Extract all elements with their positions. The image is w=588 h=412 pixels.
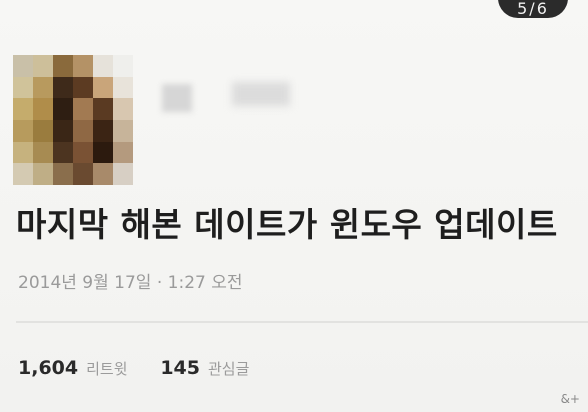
favorite-count: 145	[160, 357, 200, 379]
favorite-stat[interactable]: 145 관심글	[160, 357, 250, 379]
display-name-redacted[interactable]	[162, 84, 192, 112]
handle-redacted[interactable]	[232, 82, 290, 106]
page-indicator: 5/6	[498, 0, 568, 18]
retweet-label: 리트윗	[86, 360, 128, 378]
retweet-stat[interactable]: 1,604 리트윗	[18, 357, 133, 379]
retweet-count: 1,604	[18, 357, 79, 379]
tweet-text: 마지막 해본 데이트가 윈도우 업데이트	[16, 205, 558, 244]
tweet-card: 5/6 마지막 해본 데이트가 윈도우 업데이트 2014년 9월 17일 · …	[0, 0, 588, 412]
avatar[interactable]	[13, 55, 133, 185]
divider	[16, 321, 588, 323]
watermark: &+	[560, 392, 580, 406]
tweet-stats: 1,604 리트윗 145 관심글	[18, 357, 249, 379]
tweet-timestamp[interactable]: 2014년 9월 17일 · 1:27 오전	[18, 268, 243, 293]
favorite-label: 관심글	[208, 360, 250, 378]
